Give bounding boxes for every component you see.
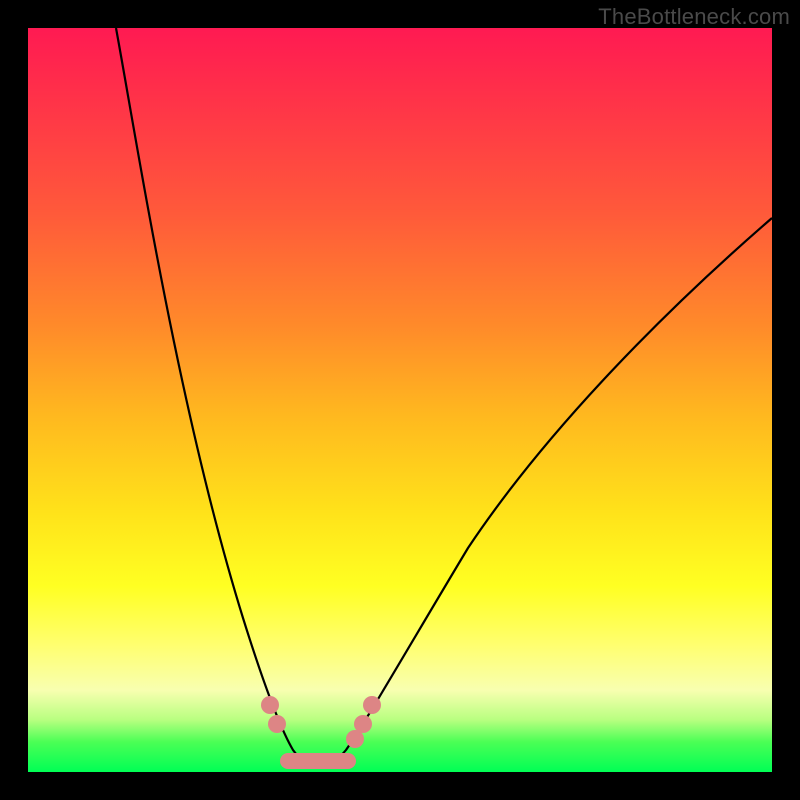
plot-area [28,28,772,772]
curve-svg [28,28,772,772]
right-marker-2 [354,715,372,733]
right-marker-3 [363,696,381,714]
left-marker-1 [261,696,279,714]
left-marker-2 [268,715,286,733]
watermark-text: TheBottleneck.com [598,4,790,30]
outer-frame: TheBottleneck.com [0,0,800,800]
bottleneck-curve [116,28,772,763]
